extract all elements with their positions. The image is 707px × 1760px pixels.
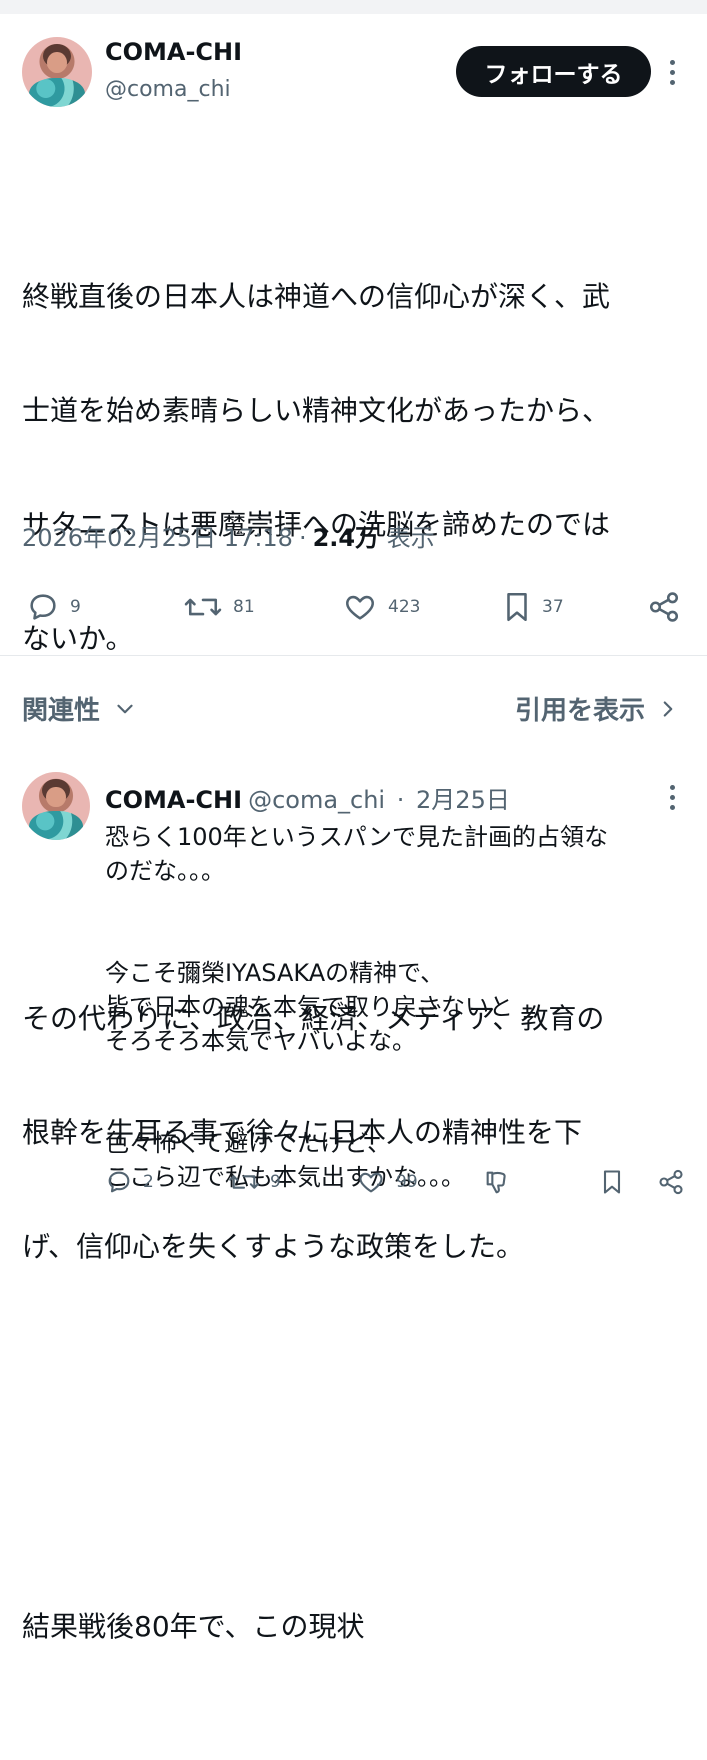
reply-avatar[interactable] [22,772,90,840]
reply-line: 今こそ彌榮IYASAKAの精神で、 [105,959,445,987]
bookmark-icon [603,1170,621,1194]
divider [0,655,707,656]
post-line: 終戦直後の日本人は神道への信仰心が深く、武 [22,280,611,313]
repost-button[interactable]: 81 [183,590,255,624]
reply-button[interactable]: 9 [26,590,81,624]
share-button[interactable] [646,590,682,624]
more-vertical-icon[interactable] [669,785,677,815]
view-count: 2.4万 [312,524,380,552]
reply-date[interactable]: 2月25日 [416,786,510,814]
reply-dislike-button[interactable] [482,1168,512,1196]
reply-author-name[interactable]: COMA-CHI [105,786,242,814]
chevron-down-icon [117,704,133,713]
reply-author-handle[interactable]: @coma_chi [248,786,385,814]
view-quotes-link[interactable]: 引用を表示 [515,690,681,727]
like-icon [346,595,374,620]
reply-text: 恐らく100年というスパンで見た計画的占領な のだな。。。 今こそ彌榮IYASA… [105,820,695,1194]
like-icon [359,1172,383,1193]
reply-share-button[interactable] [656,1168,686,1196]
post-timestamp[interactable]: 2026年02月25日 17:18 [22,524,293,552]
more-vertical-icon[interactable] [669,60,677,90]
reply-reply-button[interactable]: 2 [105,1168,154,1196]
view-label: 表示 [386,524,435,552]
reply-icon [30,594,56,620]
avatar-face [46,786,66,808]
like-count: 423 [388,597,421,617]
post-paragraph: 結果戦後80年で、この現状 [22,1532,692,1722]
reply-repost-button[interactable]: 9 [228,1168,281,1196]
dislike-icon [486,1171,506,1194]
avatar-dress [29,77,85,107]
share-icon [649,592,679,622]
repost-count: 81 [233,597,255,617]
reply-repost-count: 9 [270,1172,281,1192]
reply-line: 色々怖くて避けてたけど、 [105,1129,392,1157]
reply-icon [108,1171,130,1193]
related-label: 関連性 [22,696,101,726]
post-line: げ、信仰心を失くすような政策をした。 [22,1230,525,1263]
top-bar [0,0,707,14]
post-meta: 2026年02月25日 17:18 · 2.4万 表示 [22,518,435,553]
reply-header: COMA-CHI @coma_chi · 2月25日 [105,780,510,815]
reply-like-count: 99 [396,1172,418,1192]
share-icon [659,1169,683,1195]
author-name[interactable]: COMA-CHI [105,38,242,66]
repost-icon [184,598,222,616]
author-avatar[interactable] [22,37,92,107]
author-handle[interactable]: @coma_chi [105,77,231,102]
post-line: 士道を始め素晴らしい精神文化があったから、 [22,394,611,427]
reply-line: そろそろ本気でヤバいよな。 [105,1027,417,1055]
meta-separator: · [298,524,307,552]
reply-reply-count: 2 [143,1172,154,1192]
reply-line: 皆で日本の魂を本気で取り戻さないと [105,993,513,1021]
repost-icon [229,1175,259,1189]
follow-button[interactable]: フォローする [456,46,651,97]
reply-count: 9 [70,597,81,617]
reply-bookmark-button[interactable] [600,1168,624,1196]
post-line: ないか。 [22,622,134,655]
like-button[interactable]: 423 [342,590,420,624]
avatar-face [47,52,67,74]
reply-line: 恐らく100年というスパンで見た計画的占領な [105,823,609,851]
post-line: 結果戦後80年で、この現状 [22,1610,365,1643]
bookmark-count: 37 [542,597,564,617]
bookmark-button[interactable]: 37 [502,590,564,624]
reply-line: のだな。。。 [105,857,225,885]
quotes-label: 引用を表示 [514,696,645,726]
reply-separator: · [396,786,405,814]
avatar-dress [28,811,84,840]
bookmark-icon [507,592,527,622]
chevron-right-icon [663,700,673,717]
sort-relevance-dropdown[interactable]: 関連性 [22,690,138,727]
reply-like-button[interactable]: 99 [356,1168,418,1196]
